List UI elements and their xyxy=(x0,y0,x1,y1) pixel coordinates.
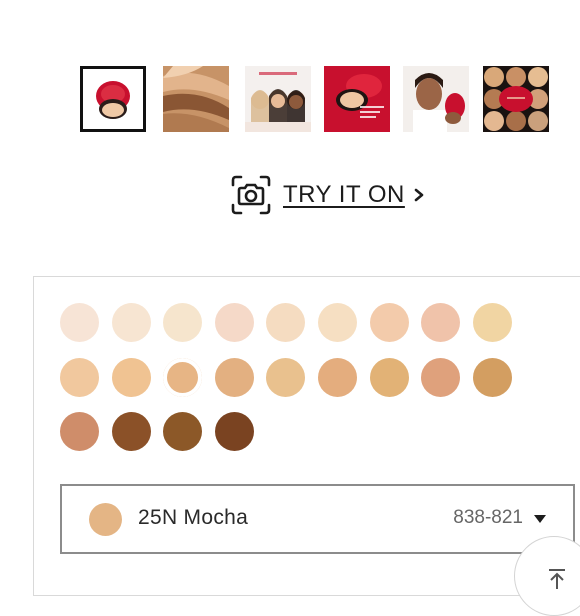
shade-swatch[interactable] xyxy=(472,357,512,397)
shade-swatch[interactable] xyxy=(318,303,357,342)
product-image-gallery xyxy=(80,66,560,138)
selected-shade-name: 25N Mocha xyxy=(138,506,249,529)
thumbnail-compact-pattern[interactable] xyxy=(483,66,549,132)
shade-swatch[interactable] xyxy=(111,412,151,451)
shade-swatch[interactable] xyxy=(60,303,99,342)
shade-swatch[interactable] xyxy=(369,357,409,397)
selected-ring xyxy=(170,364,196,390)
shade-swatch[interactable] xyxy=(111,357,151,397)
chevron-right-icon xyxy=(414,188,424,202)
scroll-to-top-icon xyxy=(549,569,565,589)
try-it-on-link[interactable]: TRY IT ON xyxy=(230,174,425,216)
shade-swatch[interactable] xyxy=(266,357,306,397)
scroll-to-top-button[interactable] xyxy=(514,536,580,616)
shade-swatch[interactable] xyxy=(60,357,99,397)
models-banner-image xyxy=(245,66,311,132)
thumbnail-cushion-compact[interactable] xyxy=(80,66,146,132)
shade-swatch[interactable] xyxy=(163,303,203,342)
cushion-compact-image xyxy=(83,69,143,129)
shade-swatch[interactable] xyxy=(60,412,99,451)
shade-swatch[interactable] xyxy=(214,412,254,451)
thumbnail-foundation-texture[interactable] xyxy=(163,66,229,132)
foundation-texture-image xyxy=(163,66,229,132)
camera-scan-icon xyxy=(231,175,271,215)
compact-features-image xyxy=(324,66,390,132)
thumbnail-models-banner[interactable] xyxy=(245,66,311,132)
thumbnail-compact-features[interactable] xyxy=(324,66,390,132)
shade-swatch[interactable] xyxy=(214,357,254,397)
selected-shade-code: 838-821 xyxy=(453,507,523,528)
model-holding-compact-image xyxy=(403,66,469,132)
shade-swatch[interactable] xyxy=(472,303,512,342)
selected-shade-dot xyxy=(89,503,122,536)
shade-swatch[interactable] xyxy=(318,357,357,397)
shade-swatch[interactable] xyxy=(163,412,203,451)
shade-dropdown[interactable]: 25N Mocha 838-821 xyxy=(60,484,575,554)
shade-swatch[interactable] xyxy=(214,303,254,342)
thumbnail-model-holding-compact[interactable] xyxy=(403,66,469,132)
compact-pattern-image xyxy=(483,66,549,132)
shade-swatch[interactable] xyxy=(111,303,151,342)
shade-swatch[interactable] xyxy=(369,303,409,342)
try-it-on-label: TRY IT ON xyxy=(283,181,405,208)
caret-down-icon xyxy=(534,515,546,523)
shade-swatch[interactable] xyxy=(421,357,461,397)
shade-swatch[interactable] xyxy=(421,303,461,342)
shade-swatch-selected[interactable] xyxy=(163,357,203,397)
